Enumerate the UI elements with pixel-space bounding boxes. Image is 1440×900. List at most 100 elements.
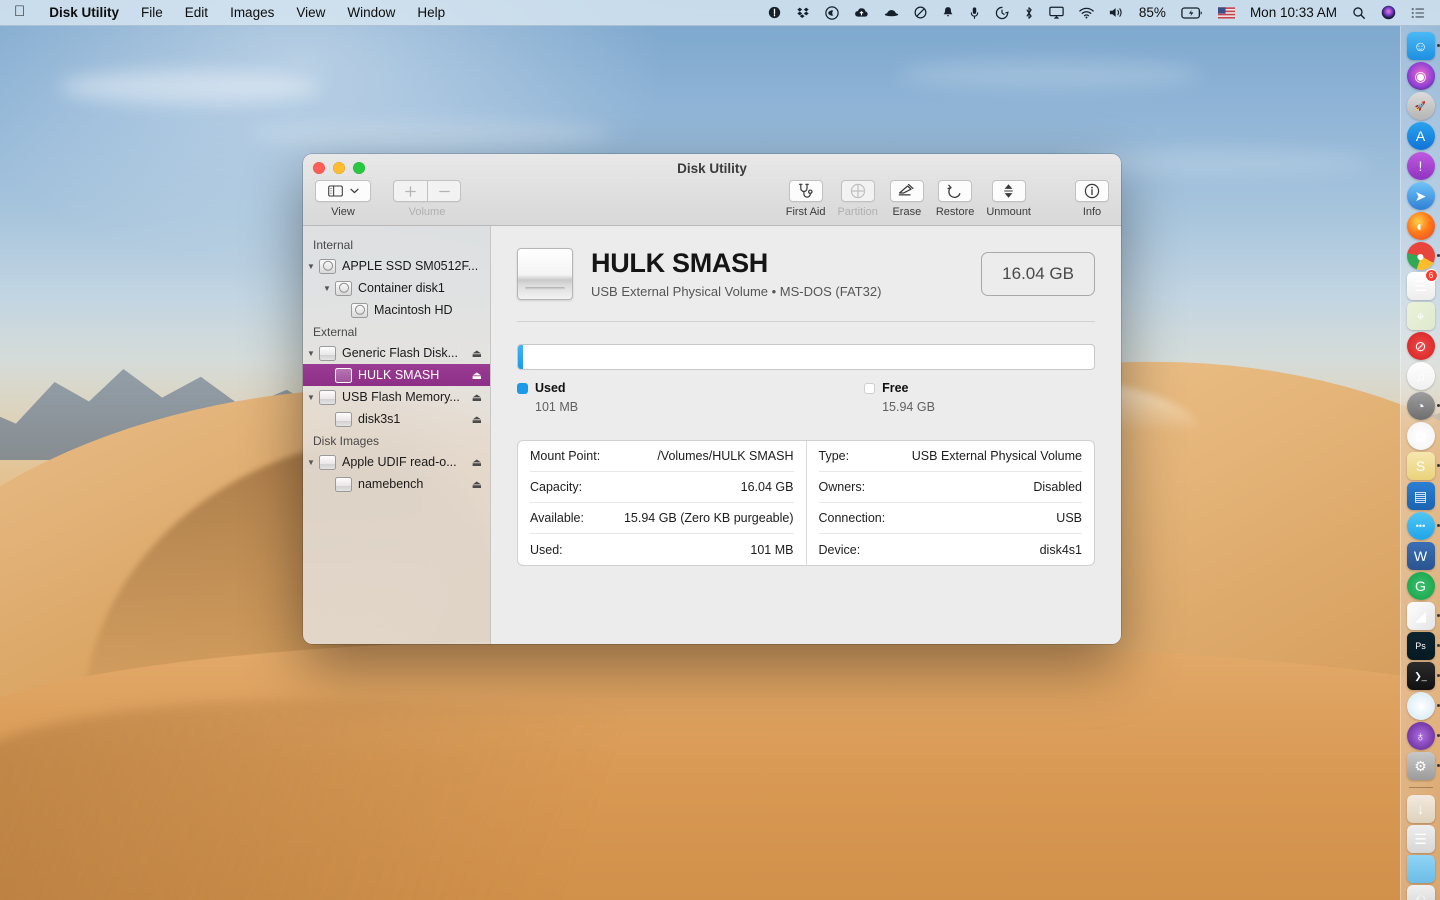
creative-cloud-icon[interactable]	[818, 0, 846, 26]
messages-icon[interactable]: •••	[1407, 512, 1435, 540]
downloads-stack-icon[interactable]: ↓	[1407, 795, 1435, 823]
menu-item-window[interactable]: Window	[336, 5, 406, 20]
sidebar-item-apple-udif-read-o[interactable]: ▼Apple UDIF read-o...⏏	[303, 451, 490, 473]
itunes-icon[interactable]: ♫	[1407, 362, 1435, 390]
maps-icon[interactable]: ⌖	[1407, 302, 1435, 330]
grammarly-icon[interactable]: G	[1407, 572, 1435, 600]
eject-icon[interactable]: ⏏	[472, 347, 482, 360]
siri-icon[interactable]: ◉	[1407, 62, 1435, 90]
trello-icon[interactable]: ▤	[1407, 482, 1435, 510]
sidebar-item-namebench[interactable]: namebench⏏	[303, 473, 490, 495]
dropbox-icon[interactable]	[789, 0, 817, 26]
info-key: Used:	[530, 543, 563, 557]
time-machine-icon[interactable]	[988, 0, 1016, 26]
menu-item-help[interactable]: Help	[406, 5, 456, 20]
word-icon[interactable]: W	[1407, 542, 1435, 570]
page-title: HULK SMASH	[591, 249, 881, 279]
scansnap-icon[interactable]: ⚙	[1407, 752, 1435, 780]
first-aid-button[interactable]	[789, 180, 823, 202]
us-flag-icon[interactable]	[1211, 0, 1242, 26]
eject-icon[interactable]: ⏏	[472, 478, 482, 491]
eject-icon[interactable]: ⏏	[472, 369, 482, 382]
partition-button[interactable]	[841, 180, 875, 202]
battery-charging-icon[interactable]	[1174, 0, 1210, 26]
view-button[interactable]	[315, 180, 371, 202]
eject-icon[interactable]: ⏏	[472, 456, 482, 469]
sidebar-item-label: Generic Flash Disk...	[342, 346, 458, 360]
view-group: View	[315, 180, 371, 218]
globe-app-icon[interactable]: ♁	[1407, 722, 1435, 750]
menu-item-images[interactable]: Images	[219, 5, 285, 20]
menu-item-view[interactable]: View	[285, 5, 336, 20]
notification-badge: 6	[1425, 269, 1438, 282]
sidebar-group-header: External	[303, 321, 490, 342]
bell-icon[interactable]	[935, 0, 961, 26]
chrome-icon[interactable]: ●	[1407, 242, 1435, 270]
sidebar-item-container-disk1[interactable]: ▼Container disk1	[303, 277, 490, 299]
menu-item-file[interactable]: File	[130, 5, 174, 20]
bartender-icon[interactable]	[877, 0, 906, 26]
disclosure-triangle-icon[interactable]: ▼	[303, 458, 319, 467]
cloud-upload-icon[interactable]	[847, 0, 876, 26]
reminders-icon[interactable]: ☰6	[1407, 272, 1435, 300]
info-row: Type:USB External Physical Volume	[819, 441, 1083, 472]
1password-icon[interactable]	[761, 0, 788, 26]
legend-free-label: Free	[882, 381, 908, 395]
unmount-button[interactable]	[992, 180, 1026, 202]
menu-item-edit[interactable]: Edit	[174, 5, 219, 20]
disclosure-triangle-icon[interactable]: ▼	[319, 284, 335, 293]
volume-header-text: HULK SMASH USB External Physical Volume …	[591, 249, 881, 299]
sidebar-item-apple-ssd-sm0512f[interactable]: ▼APPLE SSD SM0512F...	[303, 255, 490, 277]
sidebar-item-disk3s1[interactable]: disk3s1⏏	[303, 408, 490, 430]
disclosure-triangle-icon[interactable]: ▼	[303, 349, 319, 358]
terminal-icon[interactable]: ❯_	[1407, 662, 1435, 690]
preview-icon[interactable]: ◢	[1407, 602, 1435, 630]
trash-icon[interactable]: ⎌	[1407, 885, 1435, 900]
do-not-disturb-icon[interactable]	[907, 0, 934, 26]
photos-icon[interactable]: ✿	[1407, 422, 1435, 450]
clock[interactable]: Mon 10:33 AM	[1243, 5, 1344, 20]
disclosure-triangle-icon[interactable]: ▼	[303, 393, 319, 402]
alert-app-icon[interactable]: !	[1407, 152, 1435, 180]
safari-icon[interactable]: ➤	[1407, 182, 1435, 210]
partition-group: Partition	[837, 180, 877, 218]
unmount-eject-icon	[1002, 183, 1015, 199]
finder-icon[interactable]: ☺	[1407, 32, 1435, 60]
photoshop-icon[interactable]: Ps	[1407, 632, 1435, 660]
sidebar-item-generic-flash-disk[interactable]: ▼ Generic Flash Disk... ⏏	[303, 342, 490, 364]
siri-icon[interactable]	[1374, 0, 1403, 26]
info-button[interactable]	[1075, 180, 1109, 202]
sidebar-item-usb-flash-memory[interactable]: ▼ USB Flash Memory... ⏏	[303, 386, 490, 408]
device-sidebar[interactable]: Internal▼APPLE SSD SM0512F...▼Container …	[303, 226, 491, 644]
volume-add-button[interactable]	[393, 180, 427, 202]
adblock-icon[interactable]: ⊘	[1407, 332, 1435, 360]
volume-icon[interactable]	[1102, 0, 1131, 26]
notification-center-icon[interactable]	[1404, 0, 1432, 26]
eject-icon[interactable]: ⏏	[472, 391, 482, 404]
volume-remove-button[interactable]	[427, 180, 461, 202]
eject-icon[interactable]: ⏏	[472, 413, 482, 426]
search-icon[interactable]	[1345, 0, 1373, 26]
app-running-indicator	[1437, 404, 1440, 407]
sidebar-item-macintosh-hd[interactable]: Macintosh HD	[303, 299, 490, 321]
app-store-icon[interactable]: A	[1407, 122, 1435, 150]
bluetooth-icon[interactable]	[1017, 0, 1041, 26]
documents-stack-icon[interactable]: ☰	[1407, 825, 1435, 853]
sidebar-item-label: USB Flash Memory...	[342, 390, 460, 404]
launchpad-icon[interactable]: 🚀	[1407, 92, 1435, 120]
battery-percent[interactable]: 85%	[1132, 5, 1173, 20]
firefox-icon[interactable]: ◐	[1407, 212, 1435, 240]
wifi-app-icon[interactable]: ◑	[1407, 692, 1435, 720]
airplay-icon[interactable]	[1042, 0, 1071, 26]
disk-utility-icon[interactable]: ◔	[1407, 392, 1435, 420]
sidebar-item-hulk-smash[interactable]: HULK SMASH⏏	[303, 364, 490, 386]
disclosure-triangle-icon[interactable]: ▼	[303, 262, 319, 271]
apple-logo-icon[interactable]: 	[0, 4, 38, 19]
folder-icon[interactable]	[1407, 855, 1435, 883]
menu-item-disk-utility[interactable]: Disk Utility	[38, 5, 130, 20]
restore-button[interactable]	[938, 180, 972, 202]
microphone-icon[interactable]	[962, 0, 987, 26]
erase-button[interactable]	[890, 180, 924, 202]
scrivener-icon[interactable]: S	[1407, 452, 1435, 480]
wifi-icon[interactable]	[1072, 0, 1101, 26]
